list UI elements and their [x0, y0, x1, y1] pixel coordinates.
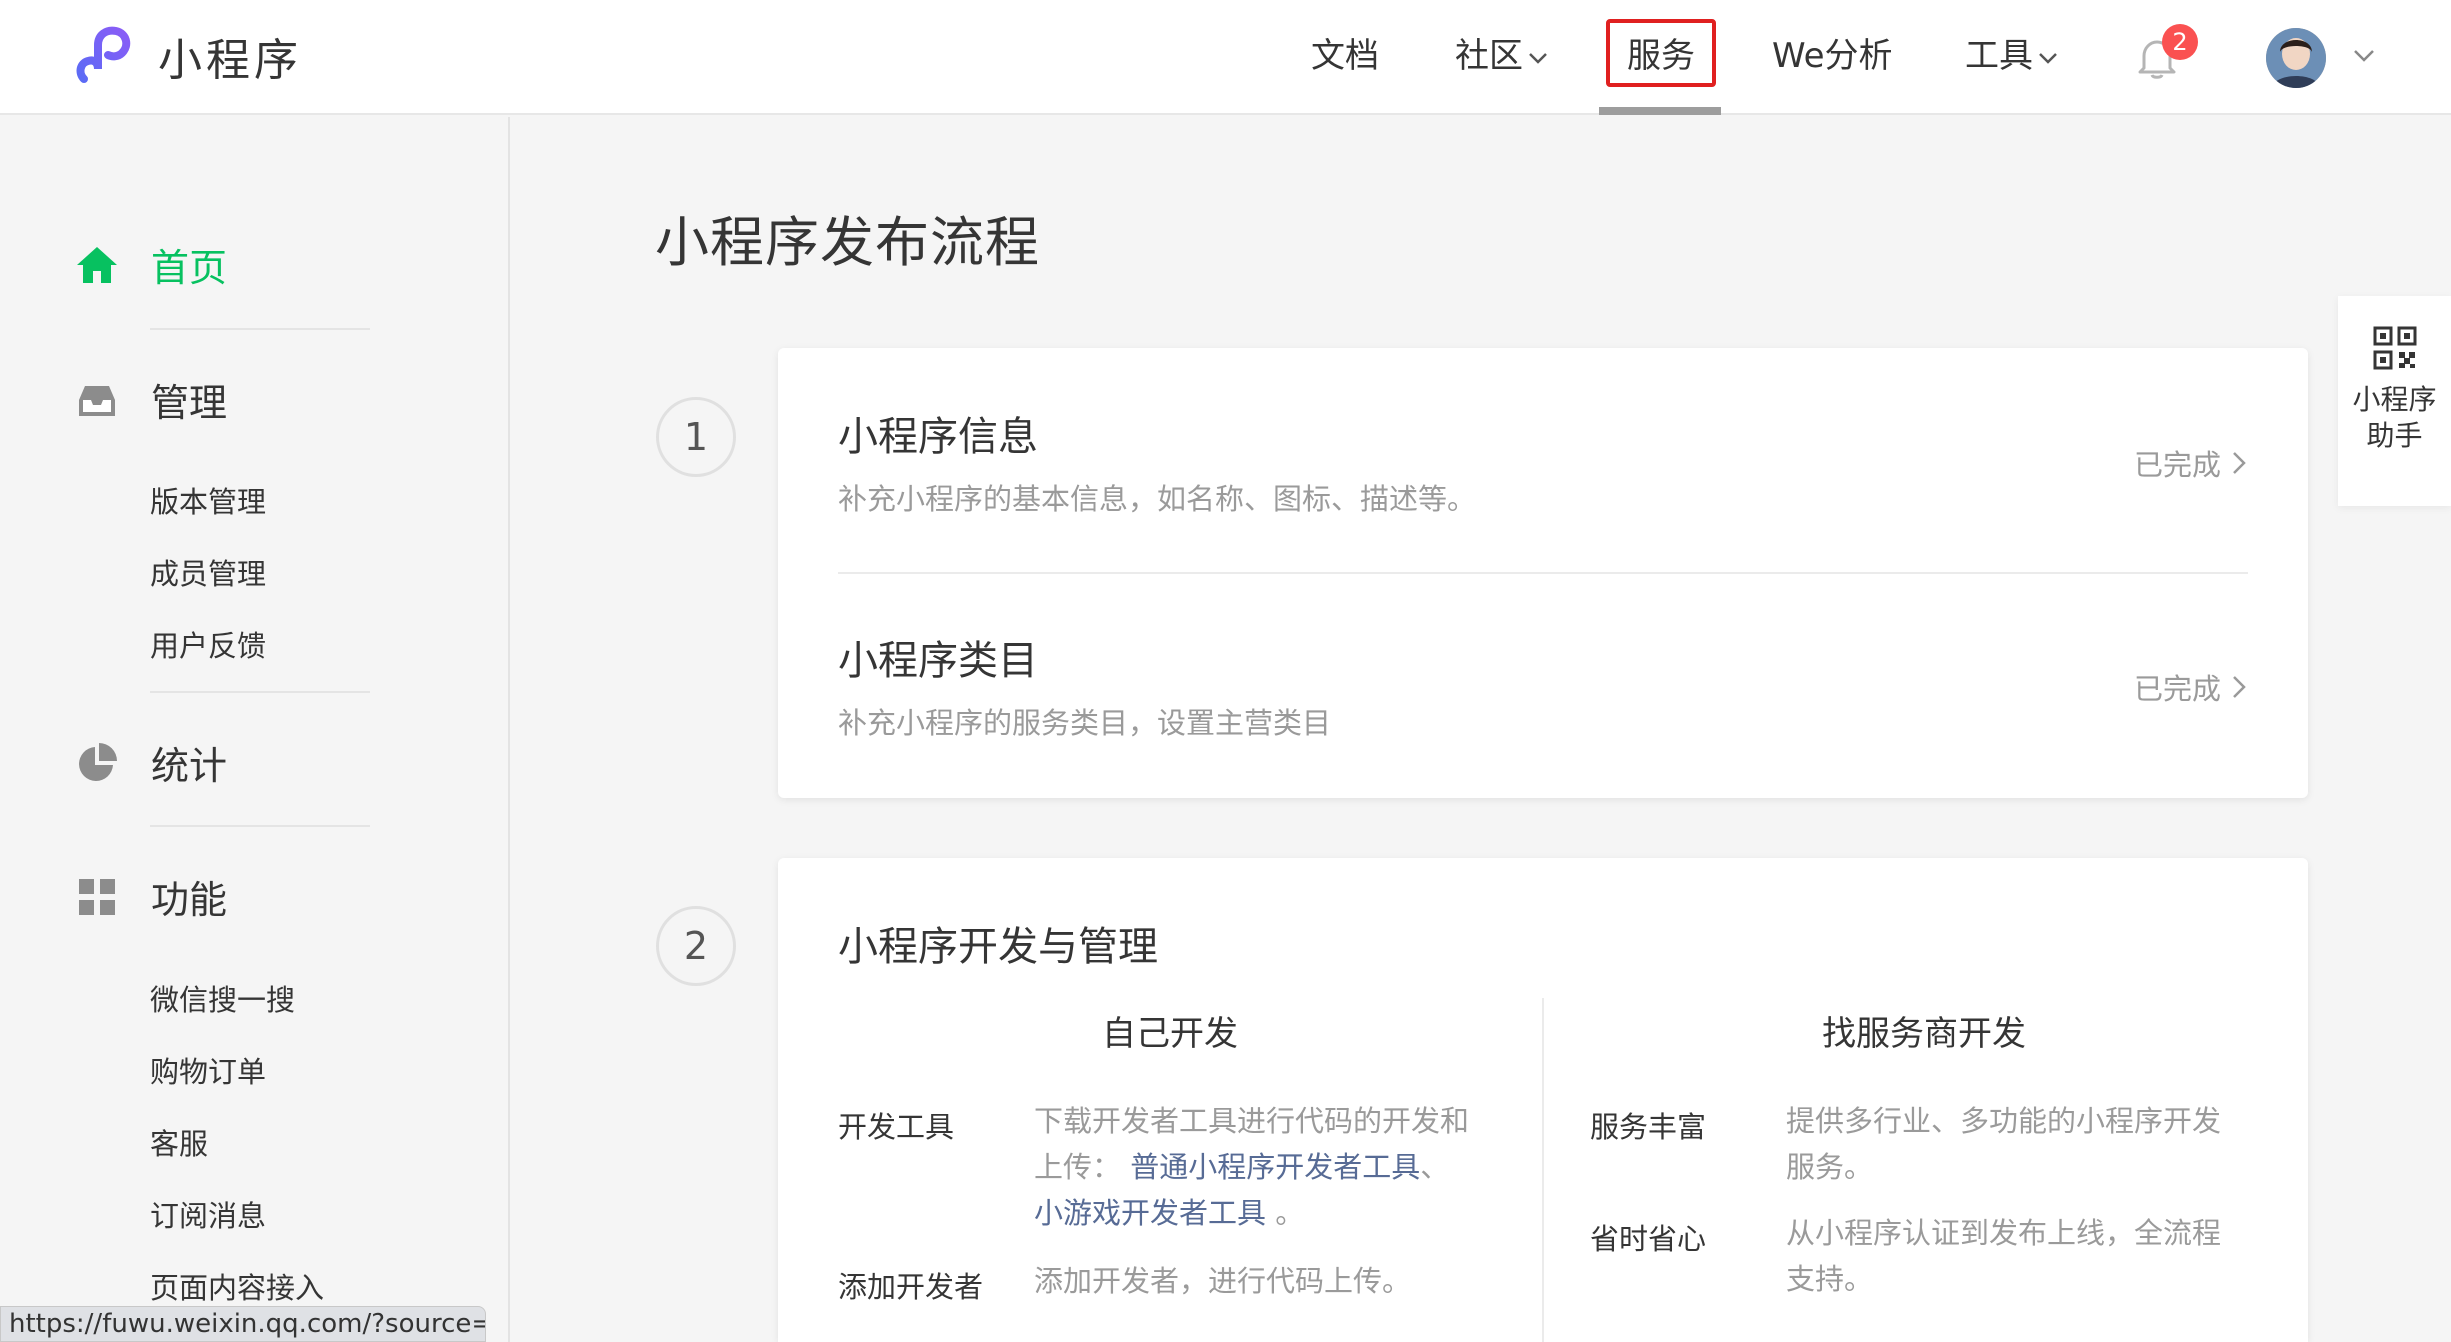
rich-services-desc: 提供多行业、多功能的小程序开发服务。	[1786, 1104, 2222, 1184]
service-provider-heading: 找服务商开发	[1822, 1014, 2026, 1054]
logo[interactable]: 小程序	[76, 24, 302, 88]
sidebar: 首页 管理 版本管理 成员管理 用户反馈 统计 功能 微信搜一搜 购物订单 客服…	[0, 117, 510, 1342]
sidebar-item-label: 管理	[151, 381, 228, 425]
nav-community-label: 社区	[1455, 36, 1523, 76]
save-time-desc: 从小程序认证到发布上线，全流程支持。	[1786, 1216, 2222, 1296]
logo-text: 小程序	[158, 35, 302, 86]
step-number-1: 1	[656, 397, 736, 477]
sidebar-item-label: 首页	[151, 246, 228, 290]
mini-program-devtools-link[interactable]: 普通小程序开发者工具	[1130, 1150, 1420, 1184]
sidebar-item-label: 功能	[151, 878, 228, 922]
pie-chart-icon	[79, 742, 117, 781]
divider	[838, 572, 2248, 574]
nav-active-indicator	[1599, 107, 1721, 115]
user-avatar-icon	[2266, 28, 2326, 88]
chevron-right-icon	[2233, 452, 2246, 474]
column-divider	[1542, 998, 1544, 1342]
save-time-label: 省时省心	[1590, 1222, 1707, 1256]
qr-code-icon	[2373, 326, 2416, 370]
nav-services-highlight-box	[1606, 19, 1716, 87]
nav-tools-label: 工具	[1965, 36, 2033, 76]
rich-services-label: 服务丰富	[1590, 1110, 1707, 1144]
page-title: 小程序发布流程	[655, 211, 1040, 274]
assistant-label-line1: 小程序	[2352, 383, 2437, 416]
sidebar-item-subscribe-message[interactable]: 订阅消息	[150, 1193, 266, 1235]
home-icon	[77, 246, 117, 283]
period: 。	[1275, 1196, 1305, 1230]
chevron-down-icon	[1529, 52, 1547, 64]
add-developer-desc: 添加开发者，进行代码上传。	[1034, 1264, 1412, 1298]
nav-community[interactable]: 社区	[1455, 32, 1549, 80]
sidebar-item-user-feedback[interactable]: 用户反馈	[150, 623, 266, 665]
sidebar-item-member-manage[interactable]: 成员管理	[150, 551, 266, 593]
info-status-link[interactable]: 已完成	[2134, 442, 2247, 484]
chevron-right-icon	[2233, 676, 2246, 698]
dev-manage-title: 小程序开发与管理	[838, 924, 1158, 970]
status-url-tooltip: https://fuwu.weixin.qq.com/?source=mp	[0, 1306, 486, 1342]
mini-program-logo-icon	[76, 26, 131, 83]
step2-card: 小程序开发与管理 自己开发 找服务商开发 开发工具 下载开发者工具进行代码的开发…	[778, 858, 2308, 1342]
step-number-2: 2	[656, 906, 736, 986]
category-status-link[interactable]: 已完成	[2134, 666, 2247, 708]
assistant-label-line2: 助手	[2366, 419, 2423, 452]
status-text: 已完成	[2134, 448, 2222, 482]
sidebar-item-shopping-orders[interactable]: 购物订单	[150, 1049, 266, 1091]
dev-tools-label: 开发工具	[838, 1110, 955, 1144]
notification-badge: 2	[2162, 24, 2198, 60]
nav-tools[interactable]: 工具	[1965, 32, 2059, 80]
sidebar-item-home[interactable]: 首页	[75, 237, 227, 292]
mini-game-devtools-link[interactable]: 小游戏开发者工具	[1034, 1196, 1266, 1230]
info-row-title: 小程序信息	[838, 414, 1038, 460]
sidebar-item-wechat-search[interactable]: 微信搜一搜	[150, 977, 295, 1019]
dev-tools-desc: 下载开发者工具进行代码的开发和上传： 普通小程序开发者工具、 小游戏开发者工具 …	[1034, 1098, 1484, 1236]
sidebar-item-features[interactable]: 功能	[75, 869, 227, 924]
sidebar-item-label: 统计	[151, 744, 228, 788]
grid-icon	[79, 878, 115, 915]
step1-card: 小程序信息 补充小程序的基本信息，如名称、图标、描述等。 已完成 小程序类目 补…	[778, 348, 2308, 798]
inbox-icon	[79, 385, 115, 416]
category-row-desc: 补充小程序的服务类目，设置主营类目	[838, 706, 1332, 740]
status-text: 已完成	[2134, 672, 2222, 706]
sidebar-item-customer-service[interactable]: 客服	[150, 1121, 208, 1163]
separator: 、	[1420, 1150, 1450, 1184]
mini-program-assistant[interactable]: 小程序 助手	[2338, 296, 2451, 506]
chevron-down-icon	[2039, 52, 2057, 64]
category-row-title: 小程序类目	[838, 638, 1038, 684]
divider	[150, 825, 370, 827]
divider	[150, 691, 370, 693]
chevron-down-icon[interactable]	[2352, 48, 2376, 64]
sidebar-item-version-manage[interactable]: 版本管理	[150, 479, 266, 521]
info-row-desc: 补充小程序的基本信息，如名称、图标、描述等。	[838, 482, 1477, 516]
sidebar-item-manage[interactable]: 管理	[75, 372, 227, 427]
avatar[interactable]	[2266, 28, 2326, 88]
top-navigation-bar: 小程序 文档 社区 服务 We分析 工具 2	[0, 0, 2451, 115]
sidebar-item-stats[interactable]: 统计	[75, 735, 227, 790]
nav-we-analysis[interactable]: We分析	[1772, 32, 1893, 80]
divider	[150, 328, 370, 330]
add-developer-label: 添加开发者	[838, 1270, 984, 1304]
sidebar-item-page-content[interactable]: 页面内容接入	[150, 1265, 324, 1307]
nav-docs[interactable]: 文档	[1311, 32, 1379, 80]
self-develop-heading: 自己开发	[1102, 1014, 1238, 1054]
